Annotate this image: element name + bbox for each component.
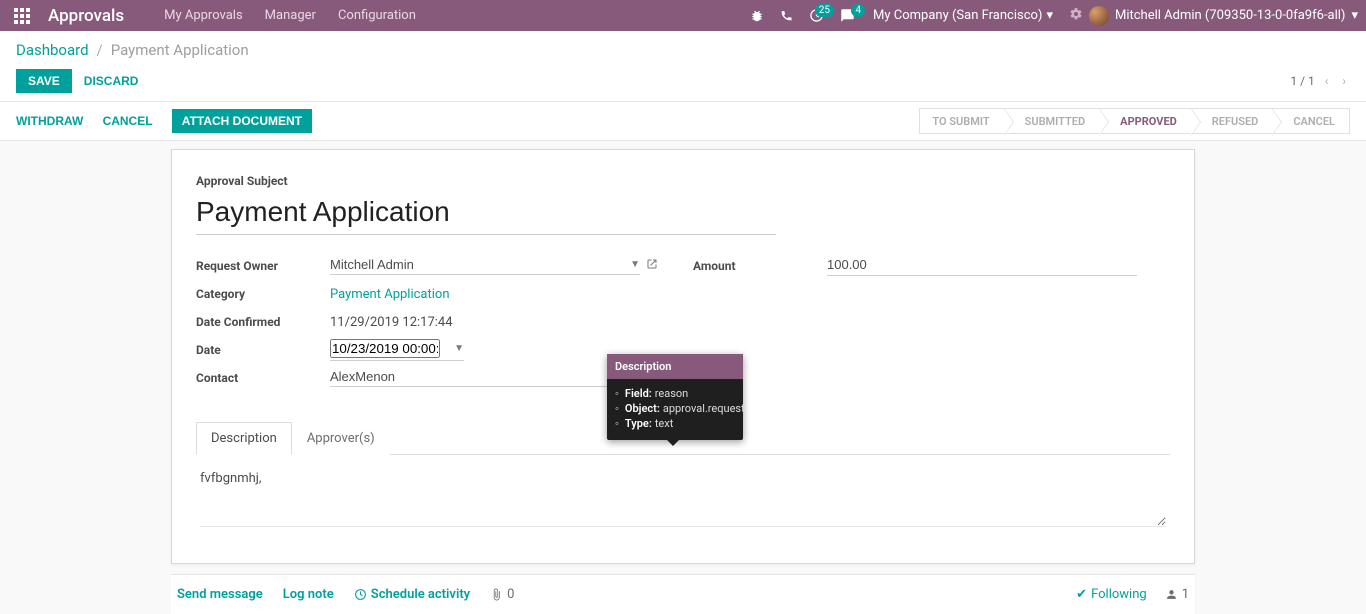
activities-icon[interactable]: 25 [809, 8, 824, 23]
nav-configuration[interactable]: Configuration [338, 8, 416, 23]
nav-manager[interactable]: Manager [265, 8, 316, 23]
breadcrumb: Dashboard / Payment Application [16, 41, 1350, 59]
clock-icon [354, 588, 367, 601]
attachments-button[interactable]: 0 [490, 587, 514, 602]
attachments-count: 0 [507, 587, 514, 602]
nav-my-approvals[interactable]: My Approvals [164, 8, 243, 23]
company-switcher[interactable]: My Company (San Francisco) ▾ [873, 8, 1053, 23]
pager: 1 / 1 ‹ › [1290, 70, 1350, 92]
date-input[interactable] [330, 339, 440, 358]
breadcrumb-current: Payment Application [111, 41, 249, 59]
category-label: Category [196, 287, 330, 301]
avatar [1089, 6, 1109, 26]
subject-input[interactable] [196, 194, 776, 235]
tab-approvers[interactable]: Approver(s) [292, 422, 390, 455]
user-name: Mitchell Admin (709350-13-0-0fa9f6-all) [1115, 8, 1345, 23]
chevron-down-icon: ▾ [1351, 8, 1358, 23]
following-button[interactable]: ✔ Following [1076, 587, 1147, 602]
send-message-button[interactable]: Send message [177, 587, 263, 602]
followers-count: 1 [1182, 587, 1189, 602]
request-owner-input[interactable] [330, 257, 626, 272]
chevron-down-icon[interactable]: ▼ [454, 343, 464, 354]
chevron-down-icon: ▾ [1046, 8, 1053, 23]
amount-input[interactable] [827, 257, 1137, 272]
top-nav: Approvals My Approvals Manager Configura… [0, 0, 1366, 31]
check-icon: ✔ [1076, 587, 1087, 602]
log-note-button[interactable]: Log note [283, 587, 334, 602]
tooltip-object-value: approval.request [663, 402, 745, 415]
external-link-icon[interactable] [646, 258, 658, 274]
followers-button[interactable]: 1 [1165, 587, 1189, 602]
amount-field[interactable] [827, 257, 1137, 276]
date-field[interactable]: ▼ [330, 339, 464, 361]
amount-label: Amount [693, 259, 827, 273]
status-steps: TO SUBMIT SUBMITTED APPROVED REFUSED CAN… [919, 108, 1350, 134]
breadcrumb-separator: / [97, 41, 103, 59]
request-owner-field[interactable]: ▼ [330, 257, 640, 275]
category-value[interactable]: Payment Application [330, 287, 673, 302]
schedule-activity-label: Schedule activity [371, 587, 470, 602]
status-submitted[interactable]: SUBMITTED [1004, 108, 1100, 134]
status-to-submit[interactable]: TO SUBMIT [919, 108, 1003, 134]
tooltip-object-label: Object: [625, 402, 660, 415]
chatter: Send message Log note Schedule activity … [171, 574, 1195, 614]
contact-label: Contact [196, 371, 330, 385]
person-icon [1165, 588, 1178, 601]
phone-icon[interactable] [780, 9, 793, 22]
attach-document-button[interactable]: ATTACH DOCUMENT [172, 109, 312, 133]
breadcrumb-root[interactable]: Dashboard [16, 41, 89, 59]
tooltip-title: Description [607, 354, 743, 379]
tooltip-type-value: text [655, 417, 674, 430]
contact-input[interactable] [330, 369, 640, 384]
activities-badge: 25 [815, 4, 834, 17]
field-tooltip: Description Field:reason Object:approval… [607, 354, 743, 440]
pager-value[interactable]: 1 / 1 [1290, 74, 1314, 88]
discard-button[interactable]: DISCARD [84, 74, 139, 88]
status-approved[interactable]: APPROVED [1099, 108, 1191, 134]
chevron-down-icon[interactable]: ▼ [630, 259, 640, 270]
pager-prev-icon[interactable]: ‹ [1321, 70, 1333, 92]
tooltip-field-value: reason [655, 387, 688, 400]
withdraw-button[interactable]: WITHDRAW [16, 114, 83, 128]
apps-menu-icon[interactable] [8, 2, 36, 30]
company-name: My Company (San Francisco) [873, 8, 1042, 23]
messages-badge: 4 [851, 4, 865, 17]
status-refused[interactable]: REFUSED [1191, 108, 1273, 134]
subject-label: Approval Subject [196, 174, 1170, 188]
debug-icon[interactable] [750, 9, 764, 23]
date-confirmed-value: 11/29/2019 12:17:44 [330, 315, 673, 330]
schedule-activity-button[interactable]: Schedule activity [354, 587, 470, 602]
tooltip-field-label: Field: [625, 387, 652, 400]
cancel-button[interactable]: CANCEL [103, 114, 153, 128]
date-confirmed-label: Date Confirmed [196, 315, 330, 329]
paperclip-icon [490, 588, 503, 601]
tooltip-type-label: Type: [625, 417, 652, 430]
app-brand[interactable]: Approvals [48, 6, 124, 26]
gear-icon[interactable] [1069, 7, 1083, 25]
user-menu[interactable]: Mitchell Admin (709350-13-0-0fa9f6-all) … [1089, 6, 1358, 26]
request-owner-label: Request Owner [196, 259, 330, 273]
control-panel: Dashboard / Payment Application SAVE DIS… [0, 31, 1366, 102]
save-button[interactable]: SAVE [16, 69, 72, 93]
tab-description[interactable]: Description [196, 422, 292, 455]
following-label: Following [1091, 587, 1147, 602]
contact-field[interactable] [330, 369, 640, 387]
pager-next-icon[interactable]: › [1338, 70, 1350, 92]
date-label: Date [196, 343, 330, 357]
statusbar: WITHDRAW CANCEL ATTACH DOCUMENT TO SUBMI… [0, 102, 1366, 141]
description-textarea[interactable] [200, 469, 1166, 527]
messages-icon[interactable]: 4 [840, 8, 855, 23]
status-cancel[interactable]: CANCEL [1272, 108, 1350, 134]
